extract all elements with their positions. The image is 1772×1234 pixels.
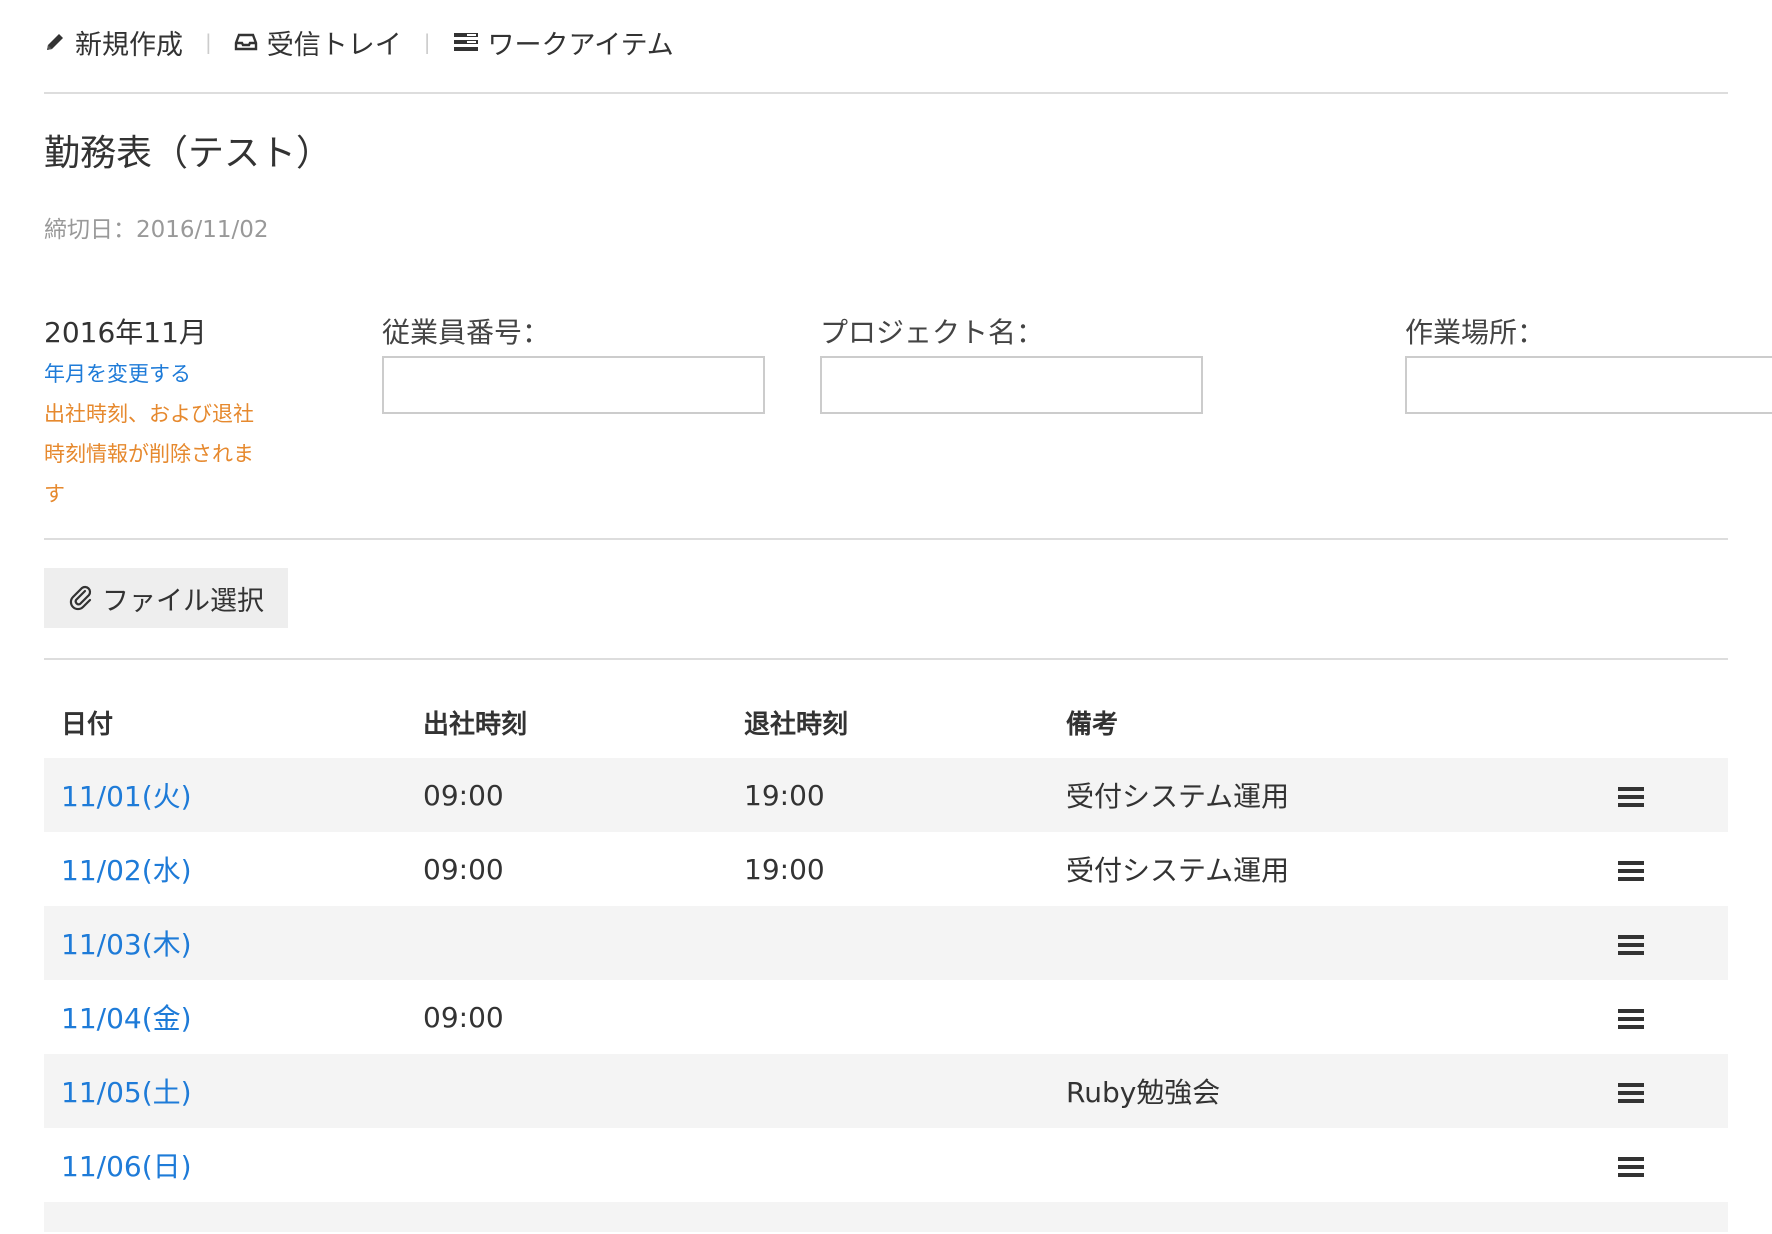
nav-inbox-label: 受信トレイ <box>266 29 402 61</box>
info-block: 2016年11月 年月を変更する 出社時刻、および退社時刻情報が削除されます 従… <box>44 316 1772 540</box>
table-header-row: 日付 出社時刻 退社時刻 備考 <box>44 686 1728 758</box>
note-cell <box>1049 906 1509 980</box>
table-row: 11/04(金) 09:00 <box>44 980 1728 1054</box>
hamburger-menu-icon[interactable] <box>1618 1082 1644 1103</box>
end-time-cell: 19:00 <box>744 852 825 886</box>
nav-separator: | <box>423 30 431 54</box>
note-cell <box>1049 980 1509 1054</box>
table-row-partial <box>44 1202 1728 1232</box>
date-link[interactable]: 11/05(土) <box>61 1076 192 1109</box>
change-month-link[interactable]: 年月を変更する <box>44 358 334 390</box>
nav-new-label: 新規作成 <box>75 29 183 61</box>
nav-workitem-label: ワークアイテム <box>487 29 674 61</box>
employee-number-field[interactable] <box>382 356 765 414</box>
start-time-cell <box>406 1128 727 1202</box>
start-time-cell: 09:00 <box>423 1000 504 1034</box>
start-time-cell: 09:00 <box>406 758 727 832</box>
period-column: 2016年11月 年月を変更する 出社時刻、および退社時刻情報が削除されます <box>44 316 334 518</box>
end-time-cell <box>727 906 1049 980</box>
month-label: 2016年11月 <box>44 316 207 349</box>
nav-workitem[interactable]: ワークアイテム <box>453 23 674 62</box>
hamburger-menu-icon[interactable] <box>1618 1156 1644 1177</box>
top-nav: 新規作成 | 受信トレイ | ワークアイテム <box>44 0 1728 94</box>
date-link[interactable]: 11/06(日) <box>61 1150 192 1183</box>
employee-number-label: 従業員番号： <box>382 316 551 349</box>
table-row: 11/01(火) 09:00 19:00 受付システム運用 <box>44 758 1728 832</box>
page: 新規作成 | 受信トレイ | ワークアイテム 勤務表（テスト） 締切日：2016… <box>0 0 1772 1234</box>
start-time-cell: 09:00 <box>423 852 504 886</box>
employee-number-field-group: 従業員番号： <box>382 316 765 518</box>
date-link[interactable]: 11/03(木) <box>61 928 192 961</box>
hamburger-menu-icon[interactable] <box>1618 934 1644 955</box>
table-row: 11/05(土) Ruby勉強会 <box>44 1054 1728 1128</box>
work-location-field-group: 作業場所： <box>1405 316 1772 518</box>
file-select-button[interactable]: ファイル選択 <box>44 568 288 628</box>
hamburger-menu-icon[interactable] <box>1618 1008 1644 1029</box>
inbox-icon <box>234 33 257 51</box>
work-location-label: 作業場所： <box>1405 316 1546 349</box>
nav-inbox[interactable]: 受信トレイ <box>234 23 402 62</box>
list-icon <box>453 33 478 51</box>
work-location-field[interactable] <box>1405 356 1772 414</box>
note-column-header: 備考 <box>1066 709 1119 740</box>
end-time-cell <box>727 1054 1049 1128</box>
hamburger-menu-icon[interactable] <box>1618 860 1644 881</box>
date-link[interactable]: 11/01(火) <box>61 780 192 813</box>
date-column-header: 日付 <box>61 709 114 740</box>
end-time-column-header: 退社時刻 <box>744 709 849 740</box>
schedule-table: 日付 出社時刻 退社時刻 備考 11/01(火) 09:00 19:00 受付シ… <box>44 686 1728 1232</box>
hamburger-menu-icon[interactable] <box>1618 786 1644 807</box>
nav-separator: | <box>205 30 212 54</box>
page-title: 勤務表（テスト） <box>44 133 333 174</box>
note-cell <box>1049 1128 1509 1202</box>
paperclip-icon <box>69 585 92 611</box>
start-time-column-header: 出社時刻 <box>423 709 528 740</box>
note-cell: Ruby勉強会 <box>1049 1054 1509 1128</box>
date-link[interactable]: 11/02(水) <box>61 854 192 887</box>
file-area: ファイル選択 <box>44 540 1728 660</box>
nav-new[interactable]: 新規作成 <box>44 23 183 62</box>
note-cell: 受付システム運用 <box>1049 758 1509 832</box>
pencil-icon <box>47 34 63 50</box>
note-cell: 受付システム運用 <box>1066 854 1290 887</box>
end-time-cell <box>727 1128 1049 1202</box>
date-link[interactable]: 11/04(金) <box>61 1002 192 1035</box>
file-select-label: ファイル選択 <box>102 585 264 617</box>
end-time-cell <box>727 980 1049 1054</box>
project-name-label: プロジェクト名： <box>820 316 1045 349</box>
project-name-field[interactable] <box>820 356 1203 414</box>
table-row: 11/02(水) 09:00 19:00 受付システム運用 <box>44 832 1728 906</box>
deadline-text: 締切日：2016/11/02 <box>44 217 269 243</box>
end-time-cell: 19:00 <box>727 758 1049 832</box>
delete-warning: 出社時刻、および退社時刻情報が削除されます <box>44 402 254 506</box>
menu-column-header <box>1509 686 1728 758</box>
start-time-cell <box>406 906 727 980</box>
table-row: 11/06(日) <box>44 1128 1728 1202</box>
project-name-field-group: プロジェクト名： <box>820 316 1203 518</box>
start-time-cell <box>406 1054 727 1128</box>
table-row: 11/03(木) <box>44 906 1728 980</box>
